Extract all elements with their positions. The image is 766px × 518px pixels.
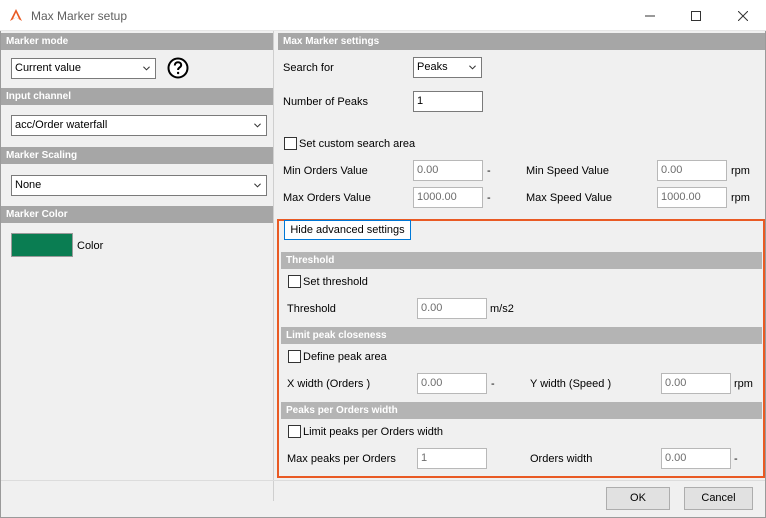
section-header-marker-color: Marker Color — [1, 206, 273, 223]
min-orders-label: Min Orders Value — [283, 165, 368, 177]
maximize-button[interactable] — [673, 0, 719, 31]
minimize-button[interactable] — [627, 0, 673, 31]
max-speed-label: Max Speed Value — [526, 192, 613, 204]
color-label: Color — [77, 240, 104, 252]
marker-mode-value: Current value — [15, 62, 82, 74]
custom-search-area-checkbox[interactable] — [284, 137, 297, 150]
marker-scaling-select[interactable]: None — [11, 175, 267, 196]
define-peak-area-label: Define peak area — [303, 351, 387, 363]
max-orders-input[interactable]: 1000.00 — [413, 187, 483, 208]
x-width-unit: - — [491, 378, 495, 390]
max-orders-label: Max Orders Value — [283, 192, 371, 204]
section-header-max-marker: Max Marker settings — [278, 33, 765, 50]
search-for-value: Peaks — [417, 61, 448, 73]
max-orders-unit: - — [487, 192, 491, 204]
chevron-down-icon — [254, 183, 261, 188]
limit-peaks-checkbox[interactable] — [288, 425, 301, 438]
limit-peaks-label: Limit peaks per Orders width — [303, 426, 443, 438]
input-channel-value: acc/Order waterfall — [15, 119, 108, 131]
maximize-icon — [691, 10, 701, 21]
min-speed-unit: rpm — [731, 165, 750, 177]
marker-scaling-value: None — [15, 179, 42, 191]
min-orders-unit: - — [487, 165, 491, 177]
x-width-input[interactable]: 0.00 — [417, 373, 487, 394]
x-width-label: X width (Orders ) — [287, 378, 371, 390]
close-button[interactable] — [720, 0, 766, 31]
help-icon[interactable] — [167, 57, 189, 79]
max-speed-unit: rpm — [731, 192, 750, 204]
close-icon — [738, 10, 748, 21]
section-header-peaks-per-orders-width: Peaks per Orders width — [281, 402, 762, 419]
orders-width-label: Orders width — [530, 453, 593, 465]
input-channel-select[interactable]: acc/Order waterfall — [11, 115, 267, 136]
orders-width-unit: - — [734, 453, 738, 465]
marker-mode-select[interactable]: Current value — [11, 58, 156, 79]
threshold-label: Threshold — [287, 303, 336, 315]
min-speed-label: Min Speed Value — [526, 165, 609, 177]
chevron-down-icon — [254, 123, 261, 128]
set-threshold-label: Set threshold — [303, 276, 368, 288]
search-for-select[interactable]: Peaks — [413, 57, 482, 78]
section-header-limit-peak-closeness: Limit peak closeness — [281, 327, 762, 344]
section-header-threshold: Threshold — [281, 252, 762, 269]
section-header-input-channel: Input channel — [1, 88, 273, 105]
y-width-label: Y width (Speed ) — [530, 378, 612, 390]
y-width-input[interactable]: 0.00 — [661, 373, 731, 394]
y-width-unit: rpm — [734, 378, 753, 390]
set-threshold-checkbox[interactable] — [288, 275, 301, 288]
threshold-unit: m/s2 — [490, 303, 514, 315]
section-header-marker-mode: Marker mode — [1, 33, 273, 50]
define-peak-area-checkbox[interactable] — [288, 350, 301, 363]
chevron-down-icon — [143, 66, 150, 71]
max-speed-input[interactable]: 1000.00 — [657, 187, 727, 208]
search-for-label: Search for — [283, 62, 334, 74]
orders-width-input[interactable]: 0.00 — [661, 448, 731, 469]
dewesoft-logo-icon — [10, 9, 22, 21]
color-swatch[interactable] — [11, 233, 73, 257]
number-of-peaks-label: Number of Peaks — [283, 96, 368, 108]
min-orders-input[interactable]: 0.00 — [413, 160, 483, 181]
minimize-icon — [645, 15, 655, 16]
hide-advanced-settings-button[interactable]: Hide advanced settings — [284, 220, 411, 240]
min-speed-input[interactable]: 0.00 — [657, 160, 727, 181]
threshold-input[interactable]: 0.00 — [417, 298, 487, 319]
max-peaks-input[interactable]: 1 — [417, 448, 487, 469]
max-peaks-label: Max peaks per Orders — [287, 453, 396, 465]
ok-button[interactable]: OK — [606, 487, 670, 510]
number-of-peaks-input[interactable]: 1 — [413, 91, 483, 112]
section-header-marker-scaling: Marker Scaling — [1, 147, 273, 164]
title-bar: Max Marker setup — [0, 0, 766, 31]
footer-divider — [1, 480, 765, 481]
cancel-button[interactable]: Cancel — [684, 487, 753, 510]
chevron-down-icon — [469, 65, 476, 70]
window-title: Max Marker setup — [31, 9, 128, 23]
custom-search-area-label: Set custom search area — [299, 138, 416, 150]
